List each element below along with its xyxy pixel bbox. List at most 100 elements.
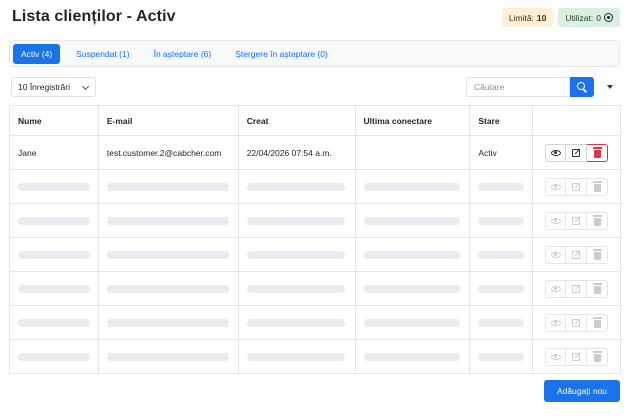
tab-stergere-in-asteptare[interactable]: Ștergere în așteptare (0) (227, 44, 336, 64)
column-header-last-login[interactable]: Ultima conectare (354, 105, 471, 136)
loading-skeleton (363, 216, 460, 225)
cell-status: Activ (469, 135, 534, 170)
edit-icon (572, 250, 581, 259)
used-label: Utilizat: (565, 12, 594, 23)
placeholder-cell (9, 339, 99, 374)
trash-icon (592, 181, 602, 192)
loading-skeleton (106, 318, 229, 327)
placeholder-cell (237, 169, 356, 204)
loading-skeleton (18, 182, 90, 191)
eye-icon[interactable] (604, 13, 613, 22)
loading-skeleton (18, 250, 90, 259)
placeholder-cell (97, 169, 239, 204)
delete-button-disabled (587, 347, 609, 366)
delete-button[interactable] (587, 143, 609, 162)
edit-button-disabled (566, 245, 588, 264)
column-header-name[interactable]: Nume (9, 105, 99, 136)
cell-name: Jane (9, 135, 99, 170)
loading-skeleton (478, 284, 525, 293)
tab-activ[interactable]: Activ (4) (13, 43, 61, 64)
placeholder-cell (469, 169, 534, 204)
placeholder-cell (354, 169, 471, 204)
eye-icon (550, 285, 561, 292)
placeholder-cell (354, 305, 471, 340)
column-header-status[interactable]: Stare (469, 105, 534, 136)
delete-button-disabled (587, 279, 609, 298)
placeholder-cell (9, 237, 99, 272)
loading-skeleton (106, 216, 229, 225)
placeholder-cell (469, 271, 534, 306)
view-button-disabled (545, 313, 567, 332)
view-button-disabled (545, 177, 567, 196)
edit-icon (572, 182, 581, 191)
edit-button[interactable] (566, 143, 588, 162)
search-input[interactable] (466, 77, 570, 97)
trash-icon (592, 147, 602, 158)
loading-skeleton (363, 352, 460, 361)
row-actions (541, 347, 620, 366)
eye-icon (550, 319, 561, 326)
column-header-created[interactable]: Creat (237, 105, 356, 136)
edit-button-disabled (566, 347, 588, 366)
customers-table: Nume E-mail Creat Ultima conectare Stare… (9, 105, 621, 374)
cell-actions (532, 237, 621, 272)
placeholder-cell (97, 271, 239, 306)
view-button-disabled (545, 279, 567, 298)
loading-skeleton (246, 182, 345, 191)
placeholder-cell (97, 237, 239, 272)
cell-actions (532, 305, 621, 340)
loading-skeleton (18, 352, 90, 361)
placeholder-cell (9, 271, 99, 306)
trash-icon (592, 317, 602, 328)
placeholder-row (9, 203, 621, 238)
used-value: 0 (596, 12, 601, 23)
placeholder-cell (237, 271, 356, 306)
placeholder-cell (97, 203, 239, 238)
placeholder-cell (9, 169, 99, 204)
loading-skeleton (106, 182, 229, 191)
status-tabs: Activ (4) Suspendat (1) În așteptare (6)… (9, 40, 620, 67)
loading-skeleton (478, 182, 525, 191)
tab-suspendat[interactable]: Suspendat (1) (68, 44, 137, 64)
row-actions (541, 143, 620, 162)
cell-actions (532, 203, 621, 238)
eye-icon (550, 217, 561, 224)
search-button[interactable] (570, 77, 594, 97)
placeholder-row (9, 305, 621, 340)
used-badge: Utilizat: 0 (558, 8, 620, 27)
placeholder-cell (237, 203, 356, 238)
column-header-actions (532, 105, 621, 136)
loading-skeleton (363, 284, 460, 293)
loading-skeleton (246, 318, 345, 327)
placeholder-row (9, 169, 621, 204)
delete-button-disabled (587, 211, 609, 230)
tab-in-asteptare[interactable]: În așteptare (6) (146, 44, 220, 64)
placeholder-cell (9, 305, 99, 340)
cell-actions (532, 135, 621, 170)
options-dropdown-button[interactable] (600, 77, 620, 97)
placeholder-cell (237, 237, 356, 272)
delete-button-disabled (587, 245, 609, 264)
add-new-button[interactable]: Adăugați nou (544, 380, 620, 402)
delete-button-disabled (587, 313, 609, 332)
placeholder-row (9, 339, 621, 374)
eye-icon (550, 149, 561, 156)
edit-icon (572, 216, 581, 225)
page-title: Lista clienților - Activ (12, 8, 176, 25)
placeholder-rows (9, 169, 621, 374)
view-button-disabled (545, 347, 567, 366)
records-per-page-select[interactable]: 10 Înregistrări (11, 77, 96, 97)
cell-actions (532, 339, 621, 374)
view-button[interactable] (545, 143, 567, 162)
row-actions (541, 245, 620, 264)
chevron-down-icon (81, 82, 90, 91)
cell-actions (532, 271, 621, 306)
placeholder-cell (354, 339, 471, 374)
column-header-email[interactable]: E-mail (97, 105, 239, 136)
cell-last-login (354, 135, 471, 170)
edit-icon (572, 284, 581, 293)
loading-skeleton (478, 352, 525, 361)
loading-skeleton (106, 352, 229, 361)
view-button-disabled (545, 211, 567, 230)
cell-created: 22/04/2026 07:54 a.m. (237, 135, 356, 170)
